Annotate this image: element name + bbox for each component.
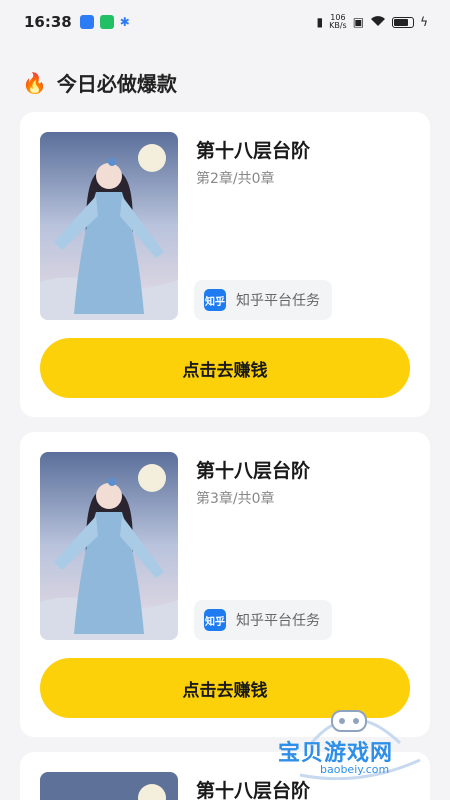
net-speed-unit: KB/s (329, 21, 347, 30)
site-watermark: 宝贝游戏网 baobeiy.com (270, 705, 430, 780)
chapter-progress: 第2章/共0章 (196, 171, 275, 187)
wechat-notification-icon (99, 15, 114, 29)
net-speed: 106 KB/s (329, 14, 347, 30)
clock: 16:38 (24, 13, 72, 31)
wifi-icon (370, 15, 386, 30)
bluetooth-icon: ✱ (119, 15, 130, 29)
platform-tag: 知乎 知乎平台任务 (194, 600, 332, 640)
watermark-url: baobeiy.com (320, 763, 390, 776)
book-cover-image[interactable] (40, 132, 178, 320)
status-left: 16:38 ✱ (24, 13, 130, 31)
book-title[interactable]: 第十八层台阶 (196, 456, 310, 483)
platform-label: 知乎平台任务 (236, 293, 320, 309)
section-title: 今日必做爆款 (56, 72, 177, 96)
book-cover-image[interactable] (40, 772, 178, 800)
status-bar: 16:38 ✱ ▮ 106 KB/s ▣ ϟ (0, 0, 450, 44)
platform-label: 知乎平台任务 (236, 613, 320, 629)
status-right: ▮ 106 KB/s ▣ ϟ (317, 14, 428, 30)
platform-tag: 知乎 知乎平台任务 (194, 280, 332, 320)
task-card: 第十八层台阶 第2章/共0章 知乎 知乎平台任务 点击去赚钱 (20, 112, 430, 417)
book-title[interactable]: 第十八层台阶 (196, 136, 310, 163)
section-header: 🔥 今日必做爆款 (22, 68, 177, 97)
zhihu-icon: 知乎 (204, 609, 226, 631)
battery-level (394, 18, 409, 26)
sim-icon: ▣ (352, 15, 365, 29)
earn-money-button[interactable]: 点击去赚钱 (40, 338, 410, 398)
charging-icon: ϟ (420, 15, 428, 29)
battery-icon (392, 16, 415, 28)
vibrate-icon: ▮ (316, 15, 324, 29)
book-cover-image[interactable] (40, 452, 178, 640)
app-notification-icon (79, 15, 94, 29)
fire-icon: 🔥 (22, 70, 47, 95)
task-card: 第十八层台阶 第3章/共0章 知乎 知乎平台任务 点击去赚钱 (20, 432, 430, 737)
chapter-progress: 第3章/共0章 (196, 491, 275, 507)
zhihu-icon: 知乎 (204, 289, 226, 311)
